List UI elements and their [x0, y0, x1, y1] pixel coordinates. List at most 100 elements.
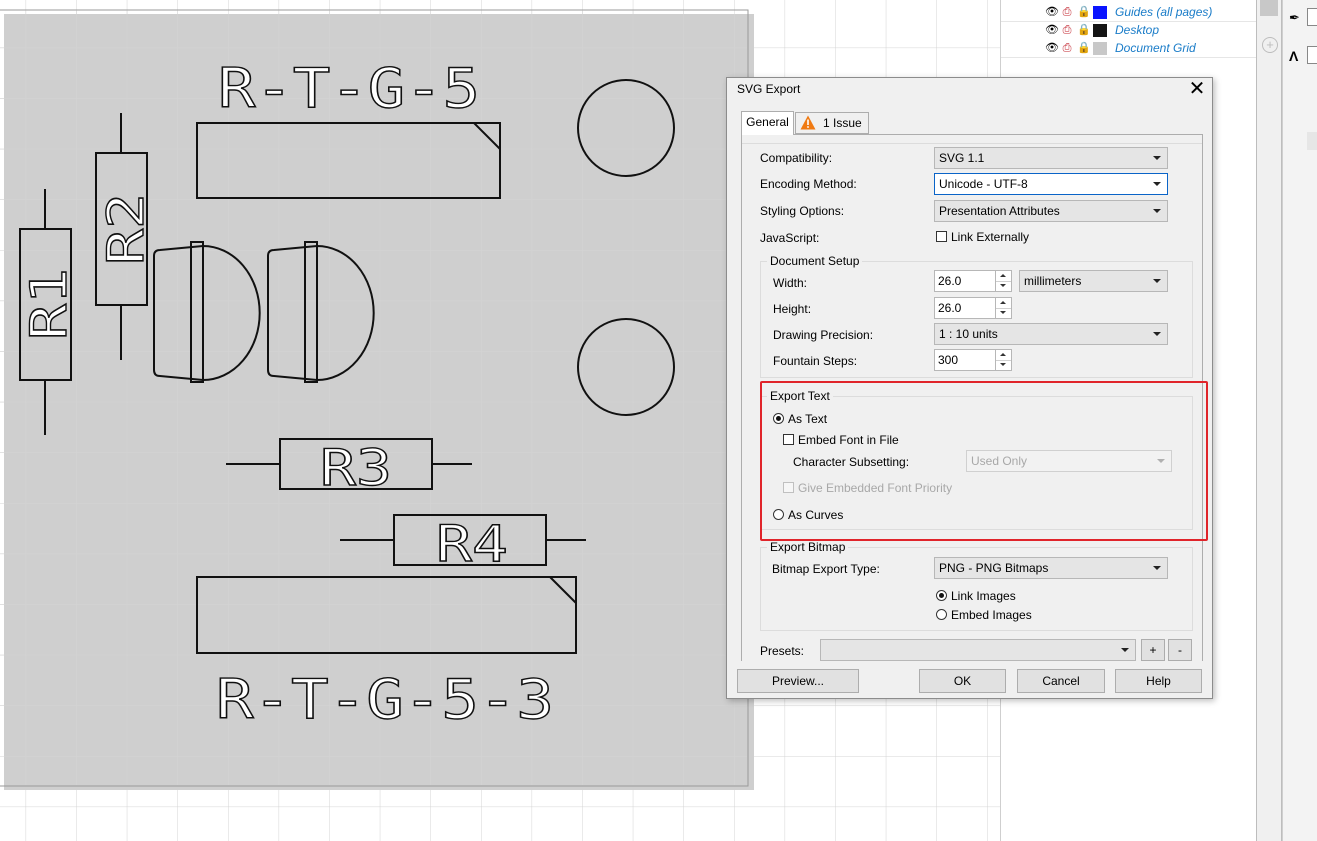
as-text-label[interactable]: As Text [788, 412, 827, 426]
layer-divider [1001, 57, 1257, 58]
javascript-label: JavaScript: [760, 231, 820, 245]
compatibility-value: SVG 1.1 [939, 151, 985, 165]
tab-general[interactable]: General [741, 111, 794, 135]
label-r4[interactable]: R4 [435, 514, 508, 573]
width-input[interactable]: 26.0 [934, 270, 996, 292]
units-dropdown[interactable]: millimeters [1019, 270, 1168, 292]
layer-color-swatch [1093, 24, 1107, 37]
height-input[interactable]: 26.0 [934, 297, 996, 319]
label-top[interactable]: R-T-G-5 [217, 56, 480, 120]
link-images-radio[interactable] [936, 590, 947, 601]
warning-icon [800, 115, 816, 130]
layer-color-swatch [1093, 6, 1107, 19]
chevron-down-icon [1153, 279, 1161, 283]
character-subsetting-label: Character Subsetting: [793, 455, 910, 469]
fountain-steps-input[interactable]: 300 [934, 349, 996, 371]
remove-preset-button[interactable]: - [1168, 639, 1192, 661]
close-icon[interactable]: ✕ [1183, 78, 1211, 100]
vertical-scrollbar[interactable]: + [1256, 0, 1282, 841]
layer-name[interactable]: Document Grid [1115, 41, 1196, 55]
link-externally-label[interactable]: Link Externally [951, 230, 1029, 244]
printer-icon[interactable]: ⎙ [1061, 6, 1073, 18]
layer-row-guides[interactable]: 👁 ⎙ 🔒 Guides (all pages) [1001, 3, 1257, 21]
ok-button[interactable]: OK [919, 669, 1006, 693]
width-label: Width: [773, 276, 808, 290]
as-curves-radio[interactable] [773, 509, 784, 520]
field-stub[interactable] [1307, 46, 1317, 64]
docker-toolbar: ✒ Λ [1282, 0, 1317, 841]
height-decrement-button[interactable] [996, 308, 1011, 318]
eye-icon[interactable]: 👁 [1045, 6, 1059, 18]
pen-icon[interactable]: ✒ [1289, 10, 1300, 26]
scrollbar-thumb[interactable] [1260, 0, 1278, 16]
font-tool-icon[interactable]: Λ [1289, 48, 1298, 64]
chevron-down-icon [1153, 182, 1161, 186]
units-value: millimeters [1024, 274, 1082, 288]
width-stepper[interactable]: 26.0 [934, 270, 1012, 292]
panel-tab[interactable] [1307, 132, 1317, 150]
chevron-down-icon [1157, 459, 1165, 463]
tab-issues-label: 1 Issue [823, 116, 862, 130]
lock-icon[interactable]: 🔒 [1077, 24, 1091, 36]
link-externally-checkbox[interactable] [936, 231, 947, 242]
chevron-down-icon [1153, 209, 1161, 213]
chevron-down-icon [1121, 648, 1129, 652]
character-subsetting-dropdown[interactable]: Used Only [966, 450, 1172, 472]
encoding-dropdown[interactable]: Unicode - UTF-8 [934, 173, 1168, 195]
bitmap-type-dropdown[interactable]: PNG - PNG Bitmaps [934, 557, 1168, 579]
dialog-title: SVG Export [737, 82, 801, 96]
height-stepper[interactable]: 26.0 [934, 297, 1012, 319]
fountain-spin-buttons [995, 349, 1012, 371]
lock-icon[interactable]: 🔒 [1077, 42, 1091, 54]
label-r2[interactable]: R2 [96, 192, 155, 265]
give-priority-checkbox[interactable] [783, 482, 794, 493]
preview-button[interactable]: Preview... [737, 669, 859, 693]
lock-icon[interactable]: 🔒 [1077, 6, 1091, 18]
layer-color-swatch [1093, 42, 1107, 55]
give-priority-label[interactable]: Give Embedded Font Priority [798, 481, 952, 495]
fountain-steps-stepper[interactable]: 300 [934, 349, 1012, 371]
chevron-down-icon [1153, 156, 1161, 160]
label-r3[interactable]: R3 [319, 438, 392, 497]
presets-label: Presets: [760, 644, 805, 658]
label-r1[interactable]: R1 [19, 267, 78, 340]
embed-images-label[interactable]: Embed Images [951, 608, 1032, 622]
printer-icon[interactable]: ⎙ [1061, 24, 1073, 36]
presets-dropdown[interactable] [820, 639, 1136, 661]
compatibility-dropdown[interactable]: SVG 1.1 [934, 147, 1168, 169]
document-setup-title: Document Setup [767, 254, 863, 268]
height-label: Height: [773, 302, 812, 316]
label-bottom[interactable]: R-T-G-5-3 [215, 667, 554, 731]
layer-name[interactable]: Guides (all pages) [1115, 5, 1212, 19]
embed-font-label[interactable]: Embed Font in File [798, 433, 899, 447]
precision-dropdown[interactable]: 1 : 10 units [934, 323, 1168, 345]
layer-name[interactable]: Desktop [1115, 23, 1159, 37]
general-tab-page: Compatibility: SVG 1.1 Encoding Method: … [741, 134, 1203, 661]
eye-icon[interactable]: 👁 [1045, 24, 1059, 36]
svg-export-dialog: SVG Export ✕ General 1 Issue Compatibili… [726, 77, 1213, 699]
link-images-label[interactable]: Link Images [951, 589, 1016, 603]
width-decrement-button[interactable] [996, 281, 1011, 291]
layer-row-document-grid[interactable]: 👁 ⎙ 🔒 Document Grid [1001, 39, 1257, 57]
tab-issues[interactable]: 1 Issue [795, 112, 869, 134]
layer-row-desktop[interactable]: 👁 ⎙ 🔒 Desktop [1001, 21, 1257, 39]
encoding-value: Unicode - UTF-8 [939, 177, 1028, 191]
help-button[interactable]: Help [1115, 669, 1202, 693]
add-preset-button[interactable]: + [1141, 639, 1165, 661]
bitmap-type-label: Bitmap Export Type: [772, 562, 880, 576]
add-icon[interactable]: + [1262, 37, 1278, 53]
embed-font-checkbox[interactable] [783, 434, 794, 445]
styling-dropdown[interactable]: Presentation Attributes [934, 200, 1168, 222]
encoding-label: Encoding Method: [760, 177, 857, 191]
precision-value: 1 : 10 units [939, 327, 998, 341]
field-stub[interactable] [1307, 8, 1317, 26]
precision-label: Drawing Precision: [773, 328, 874, 342]
printer-icon[interactable]: ⎙ [1061, 42, 1073, 54]
eye-icon[interactable]: 👁 [1045, 42, 1059, 54]
as-curves-label[interactable]: As Curves [788, 508, 843, 522]
fountain-decrement-button[interactable] [996, 360, 1011, 370]
cancel-button[interactable]: Cancel [1017, 669, 1105, 693]
embed-images-radio[interactable] [936, 609, 947, 620]
width-spin-buttons [995, 270, 1012, 292]
as-text-radio[interactable] [773, 413, 784, 424]
